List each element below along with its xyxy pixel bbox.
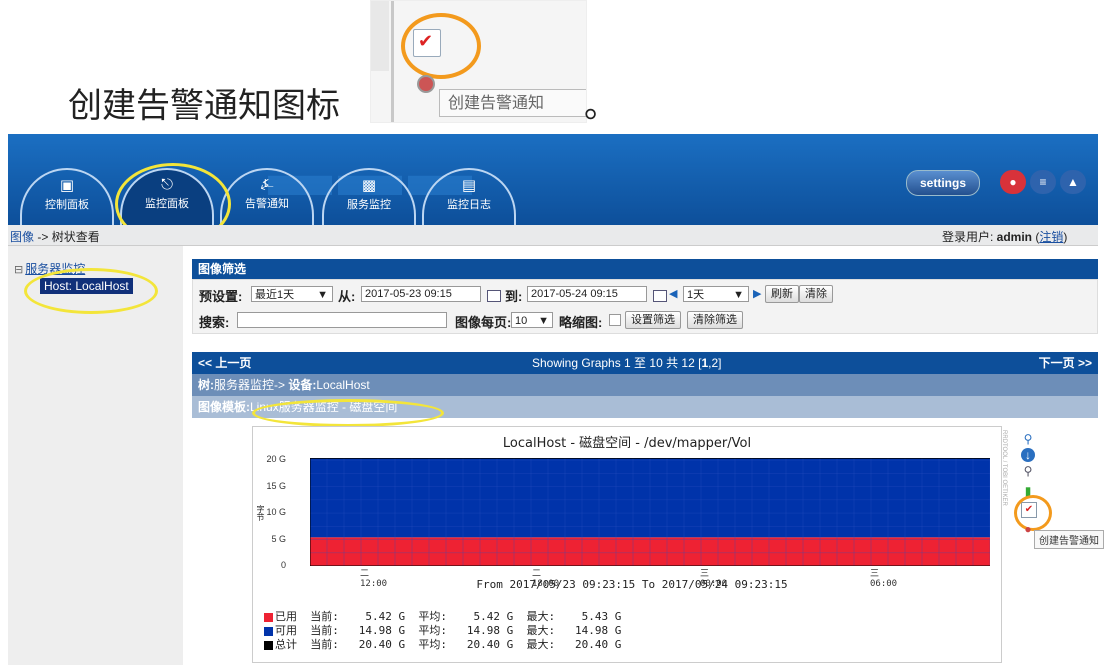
showing-text: Showing Graphs 1 至 10 共 12 [1,2] xyxy=(532,356,722,370)
chart-icon[interactable]: ▲ xyxy=(1060,170,1086,194)
create-alert-tooltip: 创建告警通知 xyxy=(1034,530,1104,549)
zoom-icon[interactable]: ⚲ xyxy=(1021,432,1035,446)
prev-page-link[interactable]: << 上一页 xyxy=(198,352,251,374)
chevron-down-icon: ▼ xyxy=(317,289,328,301)
clear-button[interactable]: 清除 xyxy=(799,285,833,303)
filter-panel: 预设置: 最近1天 ▼ 从: 2017-05-23 09:15 到: 2017-0… xyxy=(192,279,1098,334)
refresh-button[interactable]: 刷新 xyxy=(765,285,799,303)
breadcrumb: 图像 -> 树状查看 xyxy=(10,230,100,244)
preset-select[interactable]: 最近1天 ▼ xyxy=(251,286,333,302)
caption-text: 创建告警通知图标 xyxy=(68,86,340,126)
y-tick-label: 20 G xyxy=(266,454,286,465)
log-icon: ▤ xyxy=(461,177,477,194)
zoom-tooltip: 创建告警通知 xyxy=(439,89,586,117)
clear-filter-button[interactable]: 清除筛选 xyxy=(687,311,743,329)
tab-alerts[interactable]: ⍼ 告警通知 xyxy=(220,168,314,225)
highlight-ring xyxy=(401,13,481,79)
menu-icon[interactable]: ≡ xyxy=(1030,170,1056,194)
calendar-icon[interactable] xyxy=(653,290,667,302)
tree-info-row: 树:服务器监控-> 设备:LocalHost xyxy=(192,374,1098,396)
search-input[interactable] xyxy=(237,312,447,328)
dashboard-icon: ▣ xyxy=(59,177,75,194)
from-date-input[interactable]: 2017-05-23 09:15 xyxy=(361,286,481,302)
set-filter-button[interactable]: 设置筛选 xyxy=(625,311,681,329)
logout-link[interactable]: 注销 xyxy=(1039,230,1063,244)
bell-icon: ⍼ xyxy=(260,176,274,193)
legend-swatch xyxy=(264,640,273,650)
shift-right-icon[interactable]: ▶ xyxy=(753,287,761,300)
shift-left-icon[interactable]: ◀ xyxy=(669,287,677,300)
camera-icon: ▩ xyxy=(361,177,377,194)
collapse-icon[interactable]: ⊟ xyxy=(14,264,23,276)
highlight-ring xyxy=(252,399,444,427)
rrdtool-watermark: RRDTOOL / TOBI OETIKER xyxy=(1001,430,1007,506)
breadcrumb-bar xyxy=(8,225,1098,246)
paging-bar: << 上一页 Showing Graphs 1 至 10 共 12 [1,2] … xyxy=(192,352,1098,374)
chevron-down-icon: ▼ xyxy=(733,289,744,301)
settings-button[interactable]: settings xyxy=(906,170,980,196)
pin-icon[interactable]: ● xyxy=(1000,170,1026,194)
filter-title: 图像筛选 xyxy=(192,259,1098,279)
legend-swatch xyxy=(264,612,273,622)
export-icon[interactable]: ↓ xyxy=(1021,448,1035,462)
highlight-ring xyxy=(24,268,158,314)
tab-service-monitor[interactable]: ▩ 服务监控 xyxy=(322,168,416,225)
graph-date-range: From 2017/05/23 09:23:15 To 2017/05/24 0… xyxy=(476,578,788,591)
chevron-down-icon: ▼ xyxy=(538,315,549,327)
calendar-icon[interactable] xyxy=(487,290,501,302)
login-info: 登录用户: admin (注销) xyxy=(942,230,1068,244)
per-page-select[interactable]: 10 ▼ xyxy=(511,312,553,328)
y-tick-label: 10 G xyxy=(266,507,286,518)
breadcrumb-link-graphs[interactable]: 图像 xyxy=(10,230,34,244)
tab-dashboard[interactable]: ▣ 控制面板 xyxy=(20,168,114,225)
timespan-select[interactable]: 1天 ▼ xyxy=(683,286,749,302)
legend-row-total: 总计 当前: 20.40 G 平均: 20.40 G 最大: 20.40 G xyxy=(264,636,621,652)
y-tick-label: 0 xyxy=(280,560,286,570)
y-tick-label: 5 G xyxy=(271,533,286,544)
properties-icon[interactable]: ⚲ xyxy=(1021,464,1035,478)
legend-swatch xyxy=(264,626,273,636)
thumbnail-checkbox[interactable] xyxy=(609,314,621,326)
next-page-link[interactable]: 下一页 >> xyxy=(1039,352,1092,374)
area-plot xyxy=(310,458,990,566)
tab-monitor-log[interactable]: ▤ 监控日志 xyxy=(422,168,516,225)
zoomed-icon-preview: 创建告警通知 xyxy=(370,0,587,123)
graph-title: LocalHost - 磁盘空间 - /dev/mapper/Vol xyxy=(502,436,752,451)
to-date-input[interactable]: 2017-05-24 09:15 xyxy=(527,286,647,302)
username: admin xyxy=(996,230,1033,244)
tool-icon[interactable]: ● xyxy=(1021,522,1035,536)
tool-icon xyxy=(417,75,435,93)
caption-period: 。 xyxy=(584,86,618,126)
y-tick-label: 15 G xyxy=(266,480,286,491)
